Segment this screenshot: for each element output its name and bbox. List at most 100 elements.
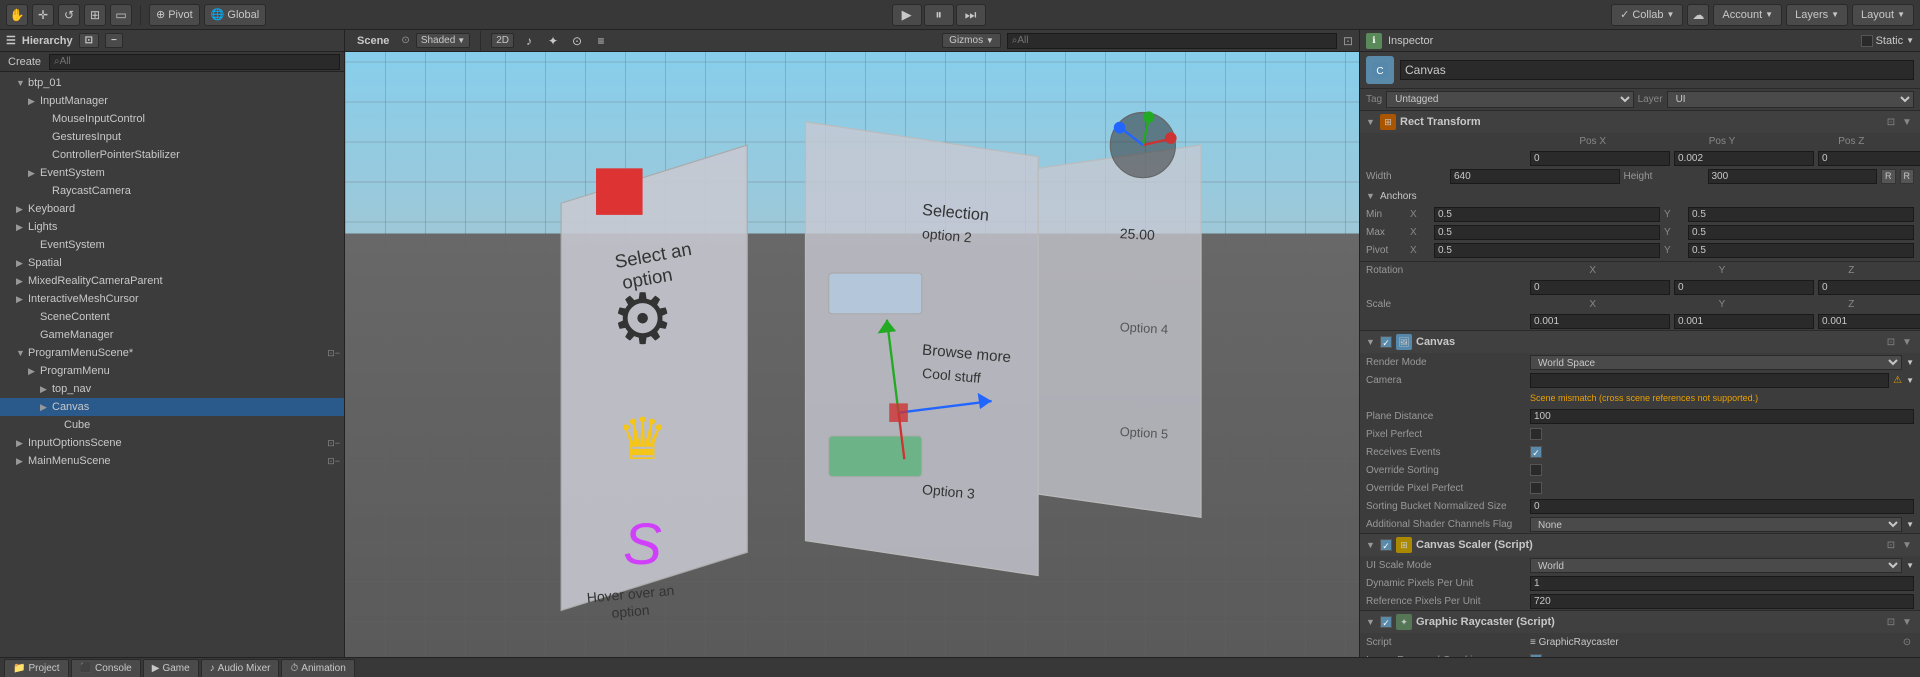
tag-dropdown[interactable]: Untagged [1386,91,1633,108]
audio-mixer-tab[interactable]: ♪ Audio Mixer [201,659,280,677]
render-mode-dropdown[interactable]: World Space [1530,355,1902,370]
scaler-menu-btn[interactable]: ▼ [1900,538,1914,552]
scene-lock-btn[interactable]: ⊙ [401,35,409,46]
pos-y-field[interactable] [1674,151,1814,166]
canvas-settings-btn[interactable]: ⊡ [1884,335,1898,349]
mode2d-btn[interactable]: 2D [491,33,514,48]
rect-r-btn2[interactable]: R [1900,169,1915,184]
tree-item-gamemanager[interactable]: GameManager [0,326,344,344]
cloud-btn[interactable]: ☁ [1687,4,1709,26]
sorting-bucket-field[interactable] [1530,499,1914,514]
height-field[interactable] [1708,169,1878,184]
scene-tab[interactable]: Scene [351,35,395,47]
effects-btn[interactable]: ✦ [544,32,562,50]
maximize-btn[interactable]: ⊡ [1343,34,1353,48]
reference-pixels-field[interactable] [1530,594,1914,609]
scene-search-input[interactable] [1007,33,1337,49]
tree-item-controller[interactable]: ControllerPointerStabilizer [0,146,344,164]
layers-btn[interactable]: Layers ▼ [1786,4,1848,26]
play-btn[interactable]: ▶ [892,4,922,26]
project-tab[interactable]: 📁 Project [4,659,69,677]
account-btn[interactable]: Account ▼ [1713,4,1782,26]
rot-z-field[interactable] [1818,280,1920,295]
tree-item-inputmanager[interactable]: ▶ InputManager [0,92,344,110]
tree-item-topnav[interactable]: ▶ top_nav [0,380,344,398]
rect-tool-btn[interactable]: ▭ [110,4,132,26]
rect-settings-btn[interactable]: ⊡ [1884,115,1898,129]
tree-item-mixedreality[interactable]: ▶ MixedRealityCameraParent [0,272,344,290]
pause-btn[interactable]: ⏸ [924,4,954,26]
anchor-min-y[interactable] [1688,207,1914,222]
tree-item-eventsystem2[interactable]: EventSystem [0,236,344,254]
tree-item-gesturesinput[interactable]: GesturesInput [0,128,344,146]
tree-item-mainmenuscene[interactable]: ▶ MainMenuScene ⊡− [0,452,344,470]
anchor-pivot-x[interactable] [1434,243,1660,258]
canvas-component-header[interactable]: ▼ 🖼 Canvas ⊡ ▼ [1360,331,1920,353]
tree-item-mouseinput[interactable]: MouseInputControl [0,110,344,128]
graphic-raycaster-header[interactable]: ▼ ✦ Graphic Raycaster (Script) ⊡ ▼ [1360,611,1920,633]
rect-menu-btn[interactable]: ▼ [1900,115,1914,129]
particles-btn[interactable]: ≡ [592,32,610,50]
static-checkbox[interactable] [1861,35,1873,47]
tree-item-btp01[interactable]: ▼ btp_01 [0,74,344,92]
receives-events-checkbox[interactable] [1530,446,1542,458]
scale-y-field[interactable] [1674,314,1814,329]
canvas-menu-btn[interactable]: ▼ [1900,335,1914,349]
tree-item-raycastcamera[interactable]: RaycastCamera [0,182,344,200]
raycaster-menu-btn[interactable]: ▼ [1900,615,1914,629]
plane-distance-field[interactable] [1530,409,1914,424]
tree-item-scenecontent[interactable]: SceneContent [0,308,344,326]
anchor-max-y[interactable] [1688,225,1914,240]
hierarchy-pin-btn[interactable]: ⊡ [79,33,99,48]
pos-x-field[interactable] [1530,151,1670,166]
dynamic-pixels-field[interactable] [1530,576,1914,591]
move-tool-btn[interactable]: ✛ [32,4,54,26]
collab-btn[interactable]: ✓ Collab ▼ [1611,4,1683,26]
layout-btn[interactable]: Layout ▼ [1852,4,1914,26]
scaler-enabled-checkbox[interactable] [1380,539,1392,551]
layer-dropdown[interactable]: UI [1667,91,1914,108]
raycaster-settings-btn[interactable]: ⊡ [1884,615,1898,629]
tree-item-canvas[interactable]: ▶ Canvas [0,398,344,416]
scaler-settings-btn[interactable]: ⊡ [1884,538,1898,552]
game-tab[interactable]: ▶ Game [143,659,199,677]
rect-transform-header[interactable]: ▼ ⊞ Rect Transform ⊡ ▼ [1360,111,1920,133]
ui-scale-mode-dropdown[interactable]: World [1530,558,1902,573]
camera-field[interactable] [1530,373,1889,388]
tree-item-keyboard[interactable]: ▶ Keyboard [0,200,344,218]
grid-btn[interactable]: ⊞ [84,4,106,26]
anchor-min-x[interactable] [1434,207,1660,222]
anchor-pivot-y[interactable] [1688,243,1914,258]
anchor-max-x[interactable] [1434,225,1660,240]
rect-r-btn[interactable]: R [1881,169,1896,184]
step-btn[interactable]: ⏭ [956,4,986,26]
script-select-btn[interactable]: ⊙ [1900,635,1914,649]
pos-z-field[interactable] [1818,151,1920,166]
additional-shader-dropdown[interactable]: None [1530,517,1902,532]
override-pixel-perfect-checkbox[interactable] [1530,482,1542,494]
tree-item-cube[interactable]: Cube [0,416,344,434]
override-sorting-checkbox[interactable] [1530,464,1542,476]
shading-dropdown[interactable]: Shaded ▼ [416,33,470,48]
hidden-btn[interactable]: ⊙ [568,32,586,50]
hierarchy-close-btn[interactable]: − [105,33,123,48]
audio-btn[interactable]: ♪ [520,32,538,50]
refresh-btn[interactable]: ↺ [58,4,80,26]
scale-z-field[interactable] [1818,314,1920,329]
animation-tab[interactable]: ⏱ Animation [281,659,354,677]
tree-item-inputoptionsscene[interactable]: ▶ InputOptionsScene ⊡− [0,434,344,452]
pivot-btn[interactable]: ⊕ Pivot [149,4,200,26]
scale-x-field[interactable] [1530,314,1670,329]
tree-item-programmenu[interactable]: ▶ ProgramMenu [0,362,344,380]
object-name-input[interactable] [1400,60,1914,80]
width-field[interactable] [1450,169,1620,184]
console-tab[interactable]: ⬛ Console [71,659,141,677]
anchors-header[interactable]: ▼ Anchors [1366,187,1914,205]
gizmos-btn[interactable]: Gizmos ▼ [942,33,1001,48]
tree-item-programmenu-scene[interactable]: ▼ ProgramMenuScene* ⊡− [0,344,344,362]
global-btn[interactable]: 🌐 Global [204,4,267,26]
hierarchy-search-input[interactable] [49,54,340,70]
scene-viewport[interactable]: ⚙ ♛ S Select an option Hover over an opt… [345,52,1359,657]
tree-item-spatial[interactable]: ▶ Spatial [0,254,344,272]
rot-x-field[interactable] [1530,280,1670,295]
